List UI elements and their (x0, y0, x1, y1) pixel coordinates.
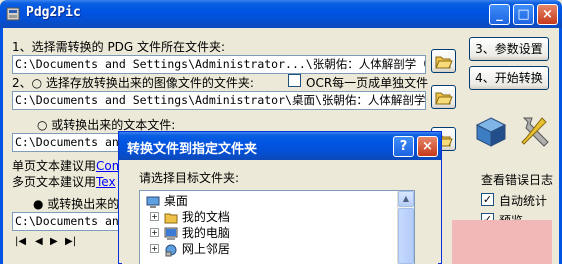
desktop-icon (146, 196, 160, 208)
cube-tool-icon[interactable] (474, 116, 508, 148)
tools-icon[interactable] (516, 114, 552, 150)
main-title-bar[interactable]: Pdg2Pic _ □ × (0, 0, 562, 28)
other-output-radio-label[interactable]: ● 或转换出来的 (33, 195, 119, 212)
settings-button[interactable]: 3、参数设置 (469, 37, 549, 61)
other-output-folder-input[interactable]: C:\Documents and S (12, 212, 122, 231)
single-page-text-label: 单页文本建议用Com (12, 159, 124, 173)
dialog-title-bar[interactable]: 转换文件到指定文件夹 ? × (119, 132, 441, 160)
scroll-up-button[interactable]: ▲ (398, 191, 414, 207)
dialog-close-button[interactable]: × (417, 136, 438, 157)
scroll-thumb[interactable] (398, 208, 414, 264)
open-folder-icon (435, 92, 453, 105)
computer-icon (164, 227, 178, 240)
prev-page-button[interactable]: ◀ (35, 236, 43, 247)
tree-item-desktop[interactable]: 桌面 (146, 192, 188, 209)
dialog-help-button[interactable]: ? (393, 136, 414, 157)
network-icon (165, 244, 177, 256)
ocr-checkbox[interactable] (288, 74, 301, 87)
browse-source-button[interactable] (431, 49, 456, 73)
text-output-folder-input[interactable]: C:\Documents and Se (12, 133, 122, 152)
auto-stats-label: 自动统计 (499, 194, 548, 208)
step1-label: 1、选择需转换的 PDG 文件所在文件夹: (12, 40, 226, 54)
folder-icon (164, 213, 178, 223)
close-button[interactable]: × (537, 4, 558, 25)
tree-scrollbar[interactable]: ▲ (397, 191, 414, 264)
browse-image-output-button[interactable] (431, 85, 456, 109)
tree-item-my-computer[interactable]: 我的电脑 (164, 224, 230, 241)
start-convert-button[interactable]: 4、开始转换 (469, 66, 549, 90)
multi-page-link[interactable]: Tex (96, 175, 116, 189)
expand-documents-button[interactable]: + (150, 212, 159, 221)
minimize-button[interactable]: _ (489, 4, 510, 25)
tree-item-network[interactable]: 网上邻居 (164, 240, 230, 257)
ocr-label: OCR每一页成单独文件 (306, 76, 429, 90)
tree-item-my-documents[interactable]: 我的文档 (164, 208, 230, 225)
select-folder-dialog: 转换文件到指定文件夹 ? × 请选择目标文件夹: 桌面 + 我的文档 + 我的电… (118, 131, 442, 264)
first-page-button[interactable]: |◀ (15, 236, 26, 247)
error-log-label[interactable]: 查看错误日志 (481, 171, 553, 188)
folder-tree[interactable]: 桌面 + 我的文档 + 我的电脑 + 网上邻居 ▲ (139, 190, 415, 264)
image-output-folder-input[interactable]: C:\Documents and Settings\Administrator\… (12, 91, 426, 110)
next-page-button[interactable]: ▶ (50, 236, 58, 247)
source-folder-input[interactable]: C:\Documents and Settings\Administrator.… (12, 55, 426, 74)
multi-page-text-label: 多页文本建议用Tex (12, 175, 116, 189)
expand-computer-button[interactable]: + (150, 228, 159, 237)
open-folder-icon (435, 56, 453, 69)
step2-label: 2、○ 选择存放转换出来的图像文件的文件夹: (12, 76, 254, 90)
preview-area (452, 220, 552, 264)
window-title: Pdg2Pic (26, 5, 81, 20)
last-page-button[interactable]: ▶| (65, 236, 76, 247)
auto-stats-checkbox[interactable]: ✓ (481, 193, 494, 206)
dialog-title: 转换文件到指定文件夹 (127, 142, 258, 157)
app-icon (6, 7, 20, 21)
maximize-button[interactable]: □ (513, 4, 534, 25)
dialog-prompt: 请选择目标文件夹: (139, 171, 240, 185)
dialog-body: 请选择目标文件夹: 桌面 + 我的文档 + 我的电脑 + 网上邻居 ▲ (122, 160, 438, 264)
expand-network-button[interactable]: + (150, 244, 159, 253)
